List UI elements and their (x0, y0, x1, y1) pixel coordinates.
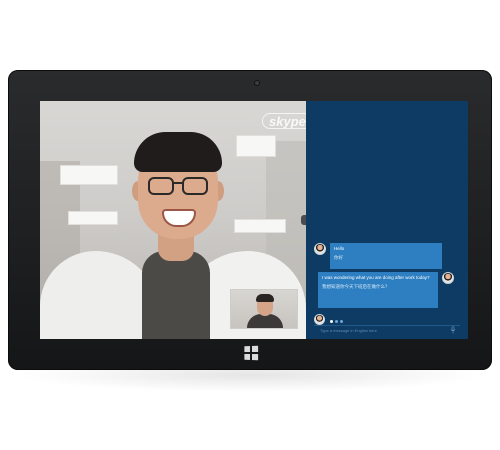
message-incoming: Hello 你好 (314, 243, 442, 269)
chat-panel: Hello 你好 I was wondering what you are do… (306, 101, 468, 339)
remote-video[interactable]: skype (40, 101, 306, 339)
glasses-lens (182, 177, 208, 195)
self-view-hair (256, 294, 274, 302)
typing-dot (335, 320, 338, 323)
windows-logo-pane (244, 353, 251, 360)
front-camera (254, 80, 260, 86)
glasses-bridge (173, 182, 183, 184)
typing-indicator (330, 320, 343, 323)
skype-logo: skype (262, 113, 306, 129)
message-text: Hello (334, 246, 345, 251)
tablet-device: skype Hello 你好 I was wondering what you … (8, 70, 492, 370)
message-text: I was wondering what you are doing after… (322, 275, 430, 280)
self-view-video[interactable] (230, 289, 298, 329)
message-bubble[interactable]: Hello 你好 (330, 243, 442, 269)
windows-logo-icon[interactable] (244, 345, 259, 361)
message-input[interactable] (320, 326, 440, 334)
typing-avatar (314, 314, 325, 325)
user-avatar (442, 272, 454, 284)
hair (134, 132, 222, 172)
typing-dot (340, 320, 343, 323)
message-outgoing: I was wondering what you are doing after… (318, 272, 454, 308)
sweater (142, 251, 210, 339)
message-translation: 我想知道你今天下班后在做什么？ (322, 284, 390, 289)
windows-logo-pane (244, 346, 251, 353)
message-bubble[interactable]: I was wondering what you are doing after… (318, 272, 438, 308)
self-view-body (247, 314, 283, 328)
tablet-screen: skype Hello 你好 I was wondering what you … (40, 101, 468, 339)
windows-logo-pane (251, 354, 259, 361)
windows-logo-pane (251, 345, 259, 352)
microphone-icon[interactable] (450, 326, 456, 334)
contact-avatar (314, 243, 326, 255)
message-translation: 你好 (334, 255, 343, 260)
glasses-lens (148, 177, 174, 195)
typing-dot (330, 320, 333, 323)
